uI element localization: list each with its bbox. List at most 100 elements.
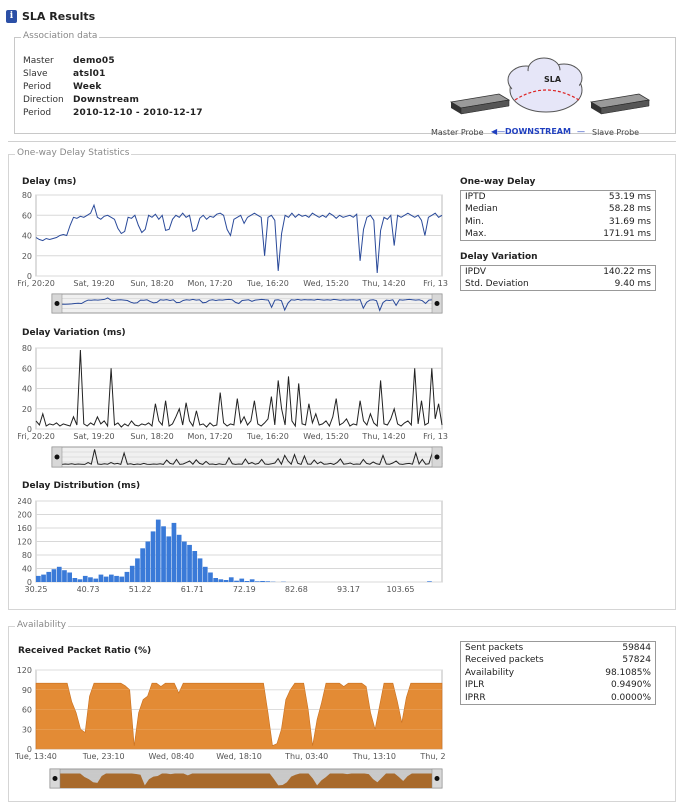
stats-key: IPDV [465, 267, 487, 277]
histogram-bar [260, 581, 265, 582]
association-value: 2010-12-10 - 2010-12-17 [73, 108, 203, 118]
x-tick-label: Wed, 15:20 [303, 432, 349, 441]
slave-probe-label: Slave Probe [592, 128, 640, 137]
x-tick-label: 93.17 [337, 585, 360, 594]
stats-row: IPLR 0.9490% [461, 679, 656, 692]
histogram-bar [135, 558, 140, 582]
y-tick-label: 80 [22, 344, 32, 353]
x-tick-label: Fri, 20:20 [18, 432, 55, 441]
histogram-bar [239, 578, 245, 582]
histogram-bar [244, 581, 250, 582]
histogram-bar [46, 571, 52, 582]
stats-key: Median [465, 204, 498, 215]
association-panel: Association data Master demo05 Slave atsl0… [14, 31, 676, 137]
stats-row: Received packets 57824 [461, 654, 656, 667]
y-tick-label: 240 [18, 497, 32, 506]
stats-row: Std. Deviation 9.40 ms [461, 278, 656, 291]
x-tick-label: Thu, 03:40 [284, 752, 328, 761]
histogram-bar [41, 574, 46, 582]
navigator-left-grip [54, 301, 60, 306]
association-key: Direction [23, 95, 64, 105]
y-tick-label: 20 [22, 405, 32, 414]
x-tick-label: Mon, 17:20 [187, 432, 232, 441]
histogram-bar [77, 579, 83, 582]
stats-row: IPDV 140.22 ms [461, 266, 656, 279]
direction-label: DOWNSTREAM [505, 127, 571, 136]
stats-row: Median 58.28 ms [461, 203, 656, 216]
x-tick-label: Tue, 23:10 [82, 752, 125, 761]
association-row: Direction Downstream [23, 94, 203, 107]
histogram-bar [202, 566, 208, 582]
histogram-bar [129, 565, 135, 582]
histogram-bar [93, 578, 99, 582]
x-tick-label: Thu, 14:20 [361, 279, 405, 288]
distribution-chart-title: Delay Distribution (ms) [22, 481, 141, 491]
stats-key: IPLR [465, 680, 485, 691]
x-tick-label: Tue, 16:20 [246, 432, 289, 441]
histogram-bar [51, 569, 57, 582]
histogram-bar [67, 572, 72, 582]
stats-value: 171.91 ms [603, 229, 651, 239]
sla-diagram-graphic: SLA [449, 57, 651, 115]
x-tick-label: 103.65 [387, 585, 415, 594]
stats-value: 0.0000% [610, 692, 651, 703]
histogram-bar [249, 579, 255, 582]
x-tick-label: Thu, 22:40 [419, 752, 446, 761]
stats-row: Sent packets 59844 [461, 642, 656, 655]
stats-key: IPTD [465, 192, 486, 202]
histogram-bar [98, 574, 104, 582]
stats-value: 140.22 ms [603, 267, 651, 277]
stats-key: Std. Deviation [465, 279, 529, 289]
association-row: Period Week [23, 81, 203, 94]
y-tick-label: 20 [22, 252, 32, 261]
x-tick-label: Sun, 18:20 [130, 432, 173, 441]
stats-value: 58.28 ms [608, 204, 651, 215]
stats-value: 31.69 ms [608, 216, 651, 227]
rpr-chart-title: Received Packet Ratio (%) [18, 646, 152, 656]
histogram-bar [88, 577, 93, 582]
x-tick-label: Sat, 19:20 [73, 279, 114, 288]
x-tick-label: Sun, 18:20 [130, 279, 173, 288]
stats-value: 0.9490% [610, 680, 651, 691]
y-tick-label: 160 [18, 524, 32, 533]
y-tick-label: 200 [18, 511, 32, 520]
histogram-bar [62, 570, 67, 582]
histogram-bar [140, 548, 145, 583]
x-tick-label: Mon, 17:20 [187, 279, 232, 288]
x-tick-label: 82.68 [285, 585, 308, 594]
histogram-bar [82, 575, 88, 582]
histogram-bar [197, 558, 203, 582]
y-tick-label: 60 [22, 706, 32, 715]
association-table: Master demo05 Slave atsl01 Period Week Dire… [23, 55, 203, 120]
stats-row: Max. 171.91 ms [461, 228, 656, 241]
histogram-bar [427, 581, 432, 582]
histogram-bar [223, 580, 229, 582]
x-tick-label: Fri, 13:20 [423, 279, 448, 288]
histogram-bar [166, 536, 172, 582]
stats-row: Availability 98.1085% [461, 667, 656, 680]
y-tick-label: 40 [22, 565, 32, 574]
histogram-bar [187, 544, 192, 582]
y-tick-label: 40 [22, 232, 32, 241]
association-value: Week [73, 82, 102, 92]
y-tick-label: 60 [22, 211, 32, 220]
association-value: atsl01 [73, 69, 106, 79]
association-row: Master demo05 [23, 55, 203, 68]
x-tick-label: Tue, 16:20 [246, 279, 289, 288]
arrow-left-icon: ◀— [491, 127, 506, 136]
stats-key: IPRR [465, 692, 486, 703]
stats-row: IPTD 53.19 ms [461, 191, 656, 204]
y-tick-label: 120 [17, 666, 32, 675]
histogram-bar [255, 581, 260, 582]
stats-value: 57824 [622, 655, 651, 666]
availability-table: Sent packets 59844 Received packets 57824 … [460, 641, 656, 705]
dash-icon: — [577, 127, 585, 136]
navigator-left-grip [54, 454, 60, 460]
association-key: Period [23, 82, 52, 92]
variation-chart-title: Delay Variation (ms) [22, 328, 126, 338]
availability-legend: Availability [15, 620, 69, 630]
histogram-bar [234, 580, 239, 582]
x-tick-label: Thu, 13:10 [352, 752, 396, 761]
stats-value: 53.19 ms [608, 192, 651, 202]
x-tick-label: Wed, 18:10 [216, 752, 262, 761]
